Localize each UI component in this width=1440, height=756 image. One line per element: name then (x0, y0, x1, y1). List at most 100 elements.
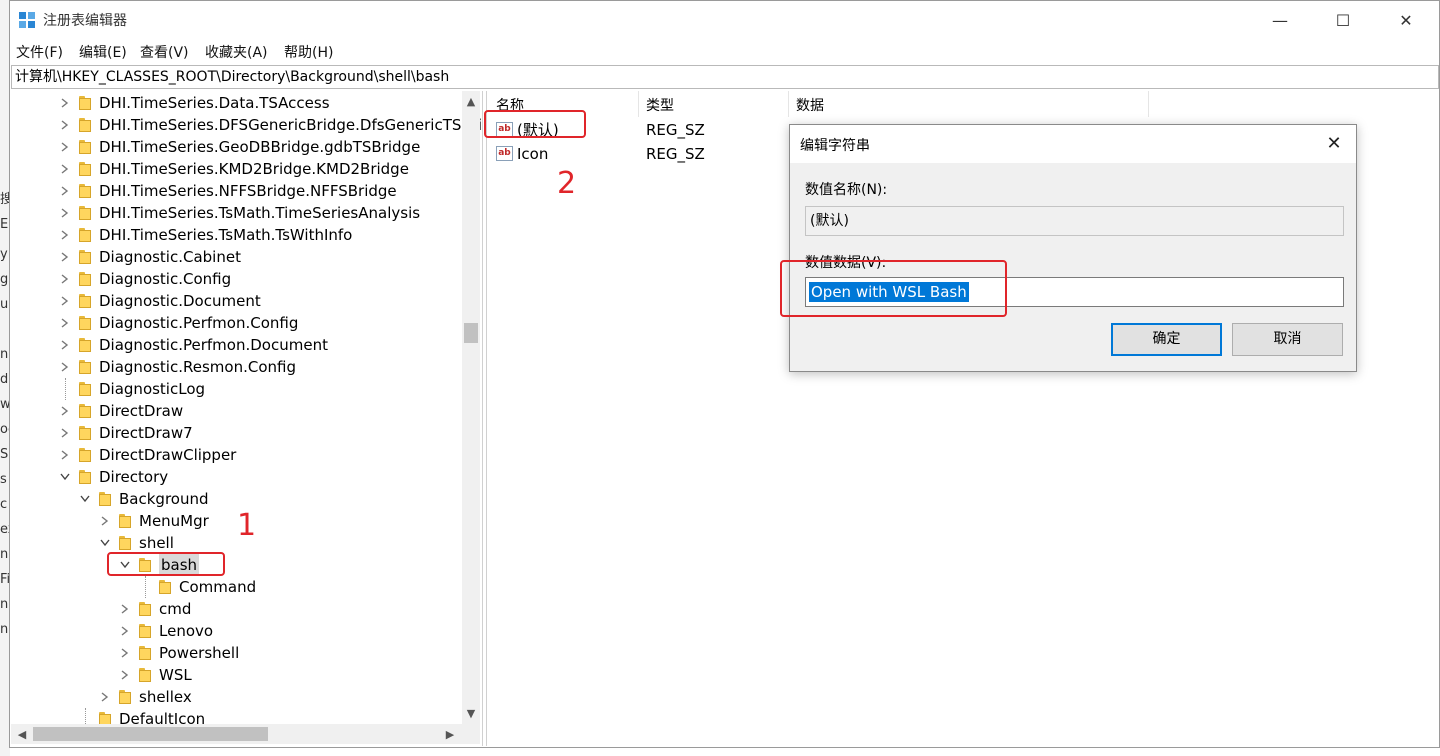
scroll-down-arrow-icon[interactable]: ▼ (462, 707, 480, 720)
tree-node[interactable]: bash (11, 554, 471, 576)
collapsed-chevron-icon[interactable] (99, 510, 111, 532)
folder-icon (79, 228, 91, 242)
collapsed-chevron-icon[interactable] (59, 356, 71, 378)
scroll-up-arrow-icon[interactable]: ▲ (462, 95, 480, 108)
close-button[interactable]: ✕ (1383, 1, 1429, 39)
tree-node[interactable]: DirectDraw (11, 400, 471, 422)
menu-favorites[interactable]: 收藏夹(A) (205, 42, 268, 62)
dialog-close-icon[interactable]: ✕ (1320, 131, 1348, 157)
key-tree[interactable]: DHI.TimeSeries.Data.TSAccess DHI.TimeSeri… (11, 91, 482, 746)
collapsed-chevron-icon[interactable] (59, 202, 71, 224)
value-type: REG_SZ (646, 145, 705, 163)
tree-node[interactable]: DHI.TimeSeries.Data.TSAccess (11, 92, 471, 114)
tree-node[interactable]: Diagnostic.Cabinet (11, 246, 471, 268)
expanded-chevron-icon[interactable] (59, 466, 71, 488)
collapsed-chevron-icon[interactable] (99, 686, 111, 708)
collapsed-chevron-icon[interactable] (59, 114, 71, 136)
value-name: Icon (517, 145, 549, 163)
collapsed-chevron-icon[interactable] (119, 620, 131, 642)
collapsed-chevron-icon[interactable] (119, 598, 131, 620)
tree-node[interactable]: Diagnostic.Document (11, 290, 471, 312)
scroll-left-arrow-icon[interactable]: ◀ (13, 728, 31, 741)
tree-node[interactable]: DHI.TimeSeries.TsMath.TimeSeriesAnalysis (11, 202, 471, 224)
folder-icon (99, 492, 111, 506)
tree-node[interactable]: DHI.TimeSeries.KMD2Bridge.KMD2Bridge (11, 158, 471, 180)
tree-node[interactable]: DHI.TimeSeries.TsMath.TsWithInfo (11, 224, 471, 246)
collapsed-chevron-icon[interactable] (59, 246, 71, 268)
collapsed-chevron-icon[interactable] (59, 180, 71, 202)
dialog-title: 编辑字符串 (800, 138, 870, 154)
folder-icon (119, 690, 131, 704)
collapsed-chevron-icon[interactable] (59, 312, 71, 334)
collapsed-chevron-icon[interactable] (59, 158, 71, 180)
regedit-window: 注册表编辑器 — ☐ ✕ 文件(F) 编辑(E) 查看(V) 收藏夹(A) 帮助… (9, 0, 1440, 748)
collapsed-chevron-icon[interactable] (59, 268, 71, 290)
annotation-box-3 (780, 260, 1007, 317)
collapsed-chevron-icon[interactable] (59, 224, 71, 246)
annotation-box-1 (107, 552, 225, 576)
tree-node[interactable]: Diagnostic.Perfmon.Document (11, 334, 471, 356)
tree-node[interactable]: Diagnostic.Config (11, 268, 471, 290)
menu-view[interactable]: 查看(V) (140, 42, 189, 62)
window-title: 注册表编辑器 (43, 13, 127, 29)
tree-node[interactable]: cmd (11, 598, 471, 620)
tree-node[interactable]: Diagnostic.Perfmon.Config (11, 312, 471, 334)
pane-splitter[interactable] (482, 91, 487, 746)
expanded-chevron-icon[interactable] (99, 532, 111, 554)
cancel-button[interactable]: 取消 (1232, 323, 1343, 356)
hscroll-thumb[interactable] (33, 727, 268, 741)
minimize-button[interactable]: — (1257, 1, 1303, 39)
tree-node[interactable]: DiagnosticLog (11, 378, 471, 400)
column-header-data[interactable]: 数据 (796, 95, 824, 115)
address-bar[interactable]: 计算机\HKEY_CLASSES_ROOT\Directory\Backgrou… (11, 65, 1439, 89)
scroll-thumb[interactable] (464, 323, 478, 343)
menu-edit[interactable]: 编辑(E) (79, 42, 127, 62)
tree-node[interactable]: DirectDraw7 (11, 422, 471, 444)
column-header-type[interactable]: 类型 (646, 95, 674, 115)
menu-file[interactable]: 文件(F) (16, 42, 63, 62)
tree-node[interactable]: DHI.TimeSeries.NFFSBridge.NFFSBridge (11, 180, 471, 202)
tree-node[interactable]: WSL (11, 664, 471, 686)
ok-button[interactable]: 确定 (1111, 323, 1222, 356)
tree-node-label: DHI.TimeSeries.TsMath.TimeSeriesAnalysis (99, 204, 421, 222)
tree-horizontal-scrollbar[interactable]: ◀ ▶ (11, 724, 462, 744)
tree-node[interactable]: Diagnostic.Resmon.Config (11, 356, 471, 378)
tree-node-label: DHI.TimeSeries.KMD2Bridge.KMD2Bridge (99, 160, 409, 178)
column-separator[interactable] (788, 91, 789, 117)
collapsed-chevron-icon[interactable] (59, 92, 71, 114)
expanded-chevron-icon[interactable] (79, 488, 91, 510)
tree-node[interactable]: Lenovo (11, 620, 471, 642)
collapsed-chevron-icon[interactable] (59, 334, 71, 356)
folder-icon (79, 118, 91, 132)
maximize-button[interactable]: ☐ (1320, 1, 1366, 39)
folder-icon (139, 646, 151, 660)
collapsed-chevron-icon[interactable] (119, 642, 131, 664)
tree-node[interactable]: DirectDrawClipper (11, 444, 471, 466)
tree-node[interactable]: Directory (11, 466, 471, 488)
tree-node[interactable]: Command (11, 576, 471, 598)
tree-vertical-scrollbar[interactable]: ▲ ▼ (462, 91, 480, 724)
collapsed-chevron-icon[interactable] (59, 444, 71, 466)
tree-node[interactable]: DHI.TimeSeries.GeoDBBridge.gdbTSBridge (11, 136, 471, 158)
tree-node[interactable]: Powershell (11, 642, 471, 664)
tree-node-label: Background (119, 490, 209, 508)
column-separator[interactable] (1148, 91, 1149, 117)
scroll-right-arrow-icon[interactable]: ▶ (441, 728, 459, 741)
tree-node-label: Powershell (159, 644, 240, 662)
folder-icon (79, 448, 91, 462)
collapsed-chevron-icon[interactable] (119, 664, 131, 686)
collapsed-chevron-icon[interactable] (59, 400, 71, 422)
column-separator[interactable] (638, 91, 639, 117)
menu-help[interactable]: 帮助(H) (284, 42, 333, 62)
value-name-label: 数值名称(N): (805, 182, 888, 198)
collapsed-chevron-icon[interactable] (59, 136, 71, 158)
tree-node[interactable]: DHI.TimeSeries.DFSGenericBridge.DfsGener… (11, 114, 482, 136)
tree-node[interactable]: Background (11, 488, 471, 510)
collapsed-chevron-icon[interactable] (59, 422, 71, 444)
tree-node[interactable]: shellex (11, 686, 471, 708)
tree-node-label: DHI.TimeSeries.NFFSBridge.NFFSBridge (99, 182, 397, 200)
collapsed-chevron-icon[interactable] (59, 290, 71, 312)
folder-icon (79, 140, 91, 154)
tree-node-label: DHI.TimeSeries.Data.TSAccess (99, 94, 330, 112)
title-bar: 注册表编辑器 — ☐ ✕ (10, 1, 1439, 39)
